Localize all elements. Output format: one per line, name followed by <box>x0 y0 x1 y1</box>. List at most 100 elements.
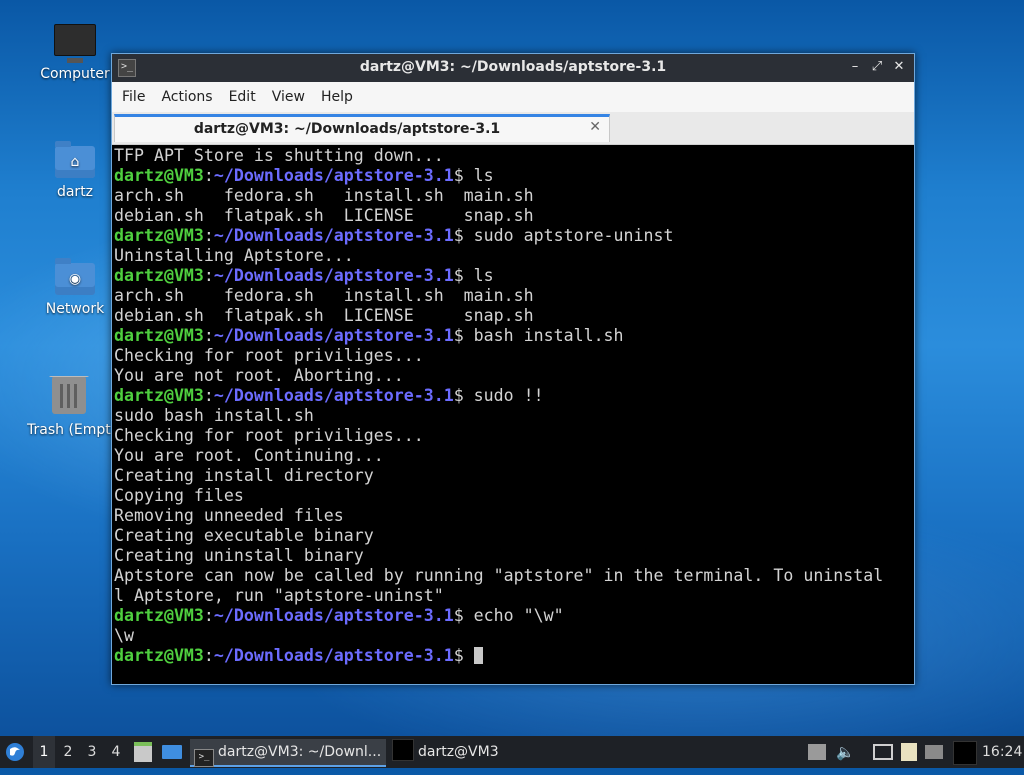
workspace-3[interactable]: 3 <box>81 736 103 768</box>
terminal-icon: >_ <box>194 749 214 767</box>
terminal-tab[interactable]: dartz@VM3: ~/Downloads/aptstore-3.1 ✕ <box>114 114 610 142</box>
clipboard-icon[interactable] <box>901 743 917 761</box>
prompt-user: dartz@VM3 <box>114 266 204 285</box>
taskbar-task-terminal[interactable]: >_ dartz@VM3: ~/Downl... <box>190 739 386 767</box>
trash-icon <box>49 376 89 414</box>
prompt-path: ~/Downloads/aptstore-3.1 <box>213 646 454 665</box>
terminal-prompt-line: dartz@VM3:~/Downloads/aptstore-3.1$ <box>114 646 912 666</box>
terminal-output-line: debian.sh flatpak.sh LICENSE snap.sh <box>114 206 534 225</box>
clock[interactable]: 16:24 <box>982 736 1022 768</box>
prompt-command: $ <box>453 646 474 665</box>
workspace-1[interactable]: 1 <box>33 736 55 768</box>
desktop-icon-computer[interactable]: Computer <box>27 24 123 82</box>
prompt-path: ~/Downloads/aptstore-3.1 <box>213 266 454 285</box>
terminal-output-line: You are root. Continuing... <box>114 446 384 465</box>
prompt-separator: : <box>203 606 214 625</box>
prompt-user: dartz@VM3 <box>114 226 204 245</box>
prompt-path: ~/Downloads/aptstore-3.1 <box>213 606 454 625</box>
prompt-user: dartz@VM3 <box>114 646 204 665</box>
notification-icon[interactable] <box>925 745 943 759</box>
prompt-command: $ bash install.sh <box>453 326 624 345</box>
terminal-output-line: Checking for root priviliges... <box>114 426 424 445</box>
tab-label: dartz@VM3: ~/Downloads/aptstore-3.1 <box>193 121 501 137</box>
window-title: dartz@VM3: ~/Downloads/aptstore-3.1 <box>359 59 667 75</box>
desktop-icon-trash[interactable]: Trash (Empt <box>27 376 111 438</box>
prompt-separator: : <box>203 166 214 185</box>
desktop-icon-home[interactable]: ⌂ dartz <box>27 141 123 200</box>
prompt-path: ~/Downloads/aptstore-3.1 <box>213 326 454 345</box>
tab-close-icon[interactable]: ✕ <box>589 119 601 135</box>
taskbar: 1 2 3 4 >_ dartz@VM3: ~/Downl... dartz@VM… <box>0 736 1024 768</box>
terminal-output-line: l Aptstore, run "aptstore-uninst" <box>114 586 444 605</box>
terminal-output[interactable]: TFP APT Store is shutting down... dartz@V… <box>114 146 912 682</box>
window-preview-icon[interactable] <box>953 741 977 765</box>
desktop-icon-label: Computer <box>40 66 110 82</box>
prompt-path: ~/Downloads/aptstore-3.1 <box>213 166 454 185</box>
terminal-prompt-line: dartz@VM3:~/Downloads/aptstore-3.1$ ls <box>114 266 912 286</box>
minimize-button[interactable]: – <box>846 58 864 76</box>
workspace-2[interactable]: 2 <box>57 736 79 768</box>
home-folder-icon: ⌂ <box>55 141 95 178</box>
menu-help[interactable]: Help <box>313 82 361 112</box>
window-thumbnail-icon <box>392 739 414 761</box>
prompt-user: dartz@VM3 <box>114 326 204 345</box>
prompt-user: dartz@VM3 <box>114 166 204 185</box>
terminal-prompt-line: dartz@VM3:~/Downloads/aptstore-3.1$ sudo… <box>114 386 912 406</box>
terminal-output-line: Removing unneeded files <box>114 506 344 525</box>
task-label: dartz@VM3: ~/Downl... <box>218 744 382 760</box>
terminal-output-line: Uninstalling Aptstore... <box>114 246 354 265</box>
desktop-icon-label: dartz <box>56 184 94 200</box>
prompt-user: dartz@VM3 <box>114 386 204 405</box>
terminal-output-line: Copying files <box>114 486 244 505</box>
terminal-prompt-line: dartz@VM3:~/Downloads/aptstore-3.1$ ls <box>114 166 912 186</box>
prompt-path: ~/Downloads/aptstore-3.1 <box>213 386 454 405</box>
terminal-output-line: arch.sh fedora.sh install.sh main.sh <box>114 186 534 205</box>
network-icon[interactable] <box>873 744 893 760</box>
prompt-separator: : <box>203 266 214 285</box>
close-button[interactable]: ✕ <box>890 58 908 76</box>
workspace-4[interactable]: 4 <box>105 736 127 768</box>
terminal-output-line: You are not root. Aborting... <box>114 366 404 385</box>
terminal-output-line: Checking for root priviliges... <box>114 346 424 365</box>
network-folder-icon: ◉ <box>55 258 95 295</box>
desktop-icon-network[interactable]: ◉ Network <box>27 258 123 317</box>
terminal-prompt-line: dartz@VM3:~/Downloads/aptstore-3.1$ sudo… <box>114 226 912 246</box>
menu-actions[interactable]: Actions <box>153 82 220 112</box>
terminal-output-line: Creating install directory <box>114 466 374 485</box>
terminal-output-line: Creating executable binary <box>114 526 374 545</box>
terminal-prompt-line: dartz@VM3:~/Downloads/aptstore-3.1$ echo… <box>114 606 912 626</box>
show-desktop-button[interactable] <box>162 736 184 768</box>
menu-file[interactable]: File <box>112 82 153 112</box>
prompt-command: $ sudo !! <box>453 386 544 405</box>
menu-view[interactable]: View <box>264 82 313 112</box>
prompt-separator: : <box>203 646 214 665</box>
file-manager-icon <box>134 742 152 762</box>
start-menu-button[interactable] <box>4 736 30 768</box>
menu-bar: File Actions Edit View Help <box>112 82 914 112</box>
terminal-output-line: arch.sh fedora.sh install.sh main.sh <box>114 286 534 305</box>
window-titlebar[interactable]: >_ dartz@VM3: ~/Downloads/aptstore-3.1 –… <box>112 54 914 82</box>
terminal-cursor <box>473 647 483 664</box>
desktop-icon <box>162 745 182 759</box>
prompt-user: dartz@VM3 <box>114 606 204 625</box>
taskbar-task-vm3[interactable]: dartz@VM3 <box>392 739 512 765</box>
terminal-output-line: \w <box>114 626 134 645</box>
terminal-prompt-line: dartz@VM3:~/Downloads/aptstore-3.1$ bash… <box>114 326 912 346</box>
prompt-separator: : <box>203 226 214 245</box>
maximize-button[interactable]: ⤢ <box>868 58 886 76</box>
menu-edit[interactable]: Edit <box>221 82 264 112</box>
terminal-output-line: TFP APT Store is shutting down... <box>114 146 444 165</box>
file-manager-launcher[interactable] <box>134 736 156 768</box>
desktop-icon-label: Network <box>45 301 105 317</box>
prompt-command: $ echo "\w" <box>453 606 564 625</box>
terminal-output-line: Creating uninstall binary <box>114 546 364 565</box>
volume-icon[interactable]: 🔈 <box>836 744 855 760</box>
terminal-window[interactable]: >_ dartz@VM3: ~/Downloads/aptstore-3.1 –… <box>111 53 915 685</box>
desktop-icon-label: Trash (Empt <box>27 422 111 438</box>
storage-icon[interactable] <box>808 744 826 760</box>
prompt-separator: : <box>203 386 214 405</box>
prompt-command: $ ls <box>453 166 494 185</box>
computer-icon <box>54 24 96 63</box>
tab-bar: dartz@VM3: ~/Downloads/aptstore-3.1 ✕ <box>112 112 914 145</box>
prompt-path: ~/Downloads/aptstore-3.1 <box>213 226 454 245</box>
